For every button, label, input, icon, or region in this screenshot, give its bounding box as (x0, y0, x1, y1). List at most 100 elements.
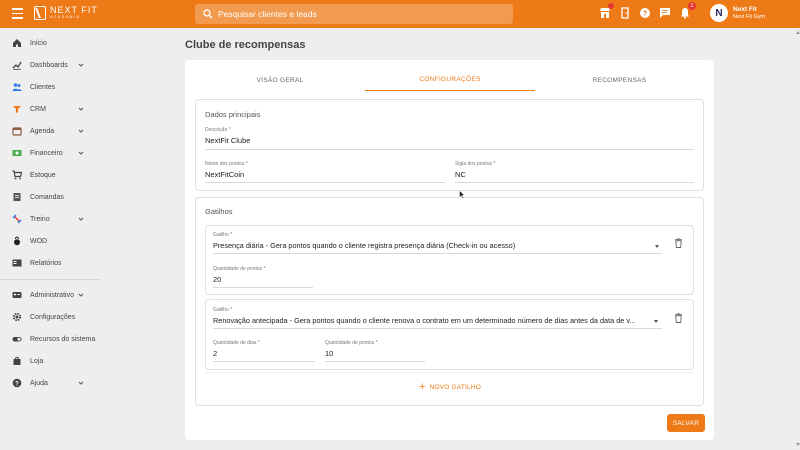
sidebar-item-dashboards[interactable]: Dashboards (0, 55, 100, 75)
trash-icon (675, 313, 682, 323)
crm-icon (12, 104, 22, 114)
points-abbr-field[interactable]: Sigla dos pontos * NC (455, 161, 694, 179)
add-trigger-button[interactable]: + NOVO GATILHO (419, 382, 481, 393)
sidebar-item-label: Relatórios (30, 259, 62, 267)
sidebar-item-treino[interactable]: Treino (0, 209, 100, 229)
chevron-down-icon (78, 217, 84, 221)
sidebar-item-label: CRM (30, 105, 46, 113)
sidebar-item-recursos[interactable]: Recursos do sistema (0, 329, 100, 349)
sidebar-item-label: Agenda (30, 127, 55, 135)
sidebar-item-wod[interactable]: WOD (0, 231, 100, 251)
scroll-down-icon[interactable] (796, 443, 800, 446)
user-name: Next Fit (733, 6, 757, 14)
sidebar: Início Dashboards Clientes CRM Agenda Fi… (0, 28, 100, 450)
page-title: Clube de recompensas (185, 39, 306, 51)
sidebar-item-label: Configurações (30, 313, 76, 321)
points-abbr-underline (455, 182, 694, 183)
help-circle-icon[interactable]: ? (638, 6, 651, 19)
sidebar-item-label: WOD (30, 237, 48, 245)
door-exit-icon[interactable] (618, 6, 631, 19)
points-name-underline (205, 182, 445, 183)
search-box[interactable] (195, 4, 513, 24)
description-field[interactable]: Descrição * NextFit Clube (205, 127, 694, 145)
trigger-select[interactable]: Gatilho * Presença diária - Gera pontos … (213, 232, 663, 250)
points-quantity-underline (325, 361, 425, 362)
add-trigger-label: NOVO GATILHO (429, 384, 482, 391)
receipt-icon (12, 192, 22, 202)
scrollbar[interactable] (795, 28, 800, 450)
dropdown-arrow-icon[interactable] (654, 320, 658, 323)
points-abbr-value: NC (455, 170, 466, 179)
sidebar-item-relatorios[interactable]: Relatórios (0, 253, 100, 273)
help-icon: ? (12, 378, 22, 388)
sidebar-item-label: Treino (30, 215, 50, 223)
gear-icon (12, 312, 22, 322)
days-quantity-value: 2 (213, 349, 218, 358)
sidebar-item-label: Loja (30, 357, 44, 365)
logo[interactable]: NEXT FIT ACADEMIA (34, 6, 98, 20)
description-value: NextFit Clube (205, 136, 251, 145)
sidebar-item-administrativo[interactable]: Administrativo (0, 285, 100, 305)
points-quantity-label: Quantidade de pontos * (325, 340, 378, 346)
sidebar-item-configuracoes[interactable]: Configurações (0, 307, 100, 327)
sidebar-item-label: Dashboards (30, 61, 68, 69)
chat-icon[interactable] (658, 6, 671, 19)
trigger-underline (213, 328, 662, 329)
kettlebell-icon (12, 236, 22, 246)
points-name-label: Nome dos pontos * (205, 161, 248, 167)
points-name-value: NextFitCoin (205, 170, 245, 179)
tab-configuracoes[interactable]: CONFIGURAÇÕES (365, 69, 535, 91)
description-label: Descrição * (205, 127, 231, 133)
points-quantity-field[interactable]: Quantidade de pontos * 20 (213, 266, 313, 284)
sidebar-item-agenda[interactable]: Agenda (0, 121, 100, 141)
cart-icon (12, 170, 22, 180)
menu-icon[interactable] (12, 8, 23, 19)
section-title: Gatilhos (205, 207, 233, 216)
sidebar-item-label: Administrativo (30, 291, 74, 299)
chart-icon (12, 60, 22, 70)
tab-recompensas[interactable]: RECOMPENSAS (535, 69, 704, 91)
tab-visao-geral[interactable]: VISÃO GERAL (195, 69, 365, 91)
sidebar-item-comandas[interactable]: Comandas (0, 187, 100, 207)
search-icon (203, 9, 213, 19)
chevron-down-icon (78, 63, 84, 67)
sidebar-item-label: Financeiro (30, 149, 63, 157)
user-gym: Next Fit Gym (733, 13, 766, 20)
points-quantity-field[interactable]: Quantidade de pontos * 10 (325, 340, 425, 358)
delete-trigger-button[interactable] (674, 310, 683, 323)
id-card-icon (12, 290, 22, 300)
save-button[interactable]: SALVAR (667, 414, 705, 432)
description-underline (205, 149, 694, 150)
chevron-down-icon (78, 107, 84, 111)
user-menu[interactable]: N Next Fit Next Fit Gym (710, 4, 765, 22)
mouse-cursor-icon (459, 190, 465, 199)
trigger-value: Presença diária - Gera pontos quando o c… (213, 241, 516, 250)
delete-trigger-button[interactable] (674, 235, 683, 248)
sidebar-item-loja[interactable]: Loja (0, 351, 100, 371)
bell-icon[interactable]: 1 (678, 2, 696, 19)
dropdown-arrow-icon[interactable] (655, 245, 659, 248)
points-name-field[interactable]: Nome dos pontos * NextFitCoin (205, 161, 445, 179)
sidebar-item-label: Comandas (30, 193, 64, 201)
search-input[interactable] (218, 9, 508, 19)
chevron-down-icon (78, 293, 84, 297)
scroll-up-icon[interactable] (796, 31, 800, 34)
sidebar-item-clientes[interactable]: Clientes (0, 77, 100, 97)
trigger-select[interactable]: Gatilho * Renovação antecipada - Gera po… (213, 307, 645, 325)
sidebar-item-financeiro[interactable]: Financeiro (0, 143, 100, 163)
sidebar-item-inicio[interactable]: Início (0, 33, 100, 53)
sidebar-item-crm[interactable]: CRM (0, 99, 100, 119)
logo-text: NEXT FIT (50, 5, 98, 16)
sidebar-item-ajuda[interactable]: ? Ajuda (0, 373, 100, 393)
points-quantity-underline (213, 287, 313, 288)
days-quantity-field[interactable]: Quantidade de dias * 2 (213, 340, 315, 358)
sidebar-item-estoque[interactable]: Estoque (0, 165, 100, 185)
store-icon[interactable] (598, 3, 614, 19)
home-icon (12, 38, 22, 48)
dumbbell-icon (12, 214, 22, 224)
sidebar-item-label: Ajuda (30, 379, 48, 387)
logo-mark (34, 6, 46, 20)
points-quantity-value: 20 (213, 275, 222, 284)
sidebar-item-label: Estoque (30, 171, 56, 179)
top-bar: NEXT FIT ACADEMIA ? 1 N Next Fit Next Fi… (0, 0, 800, 28)
